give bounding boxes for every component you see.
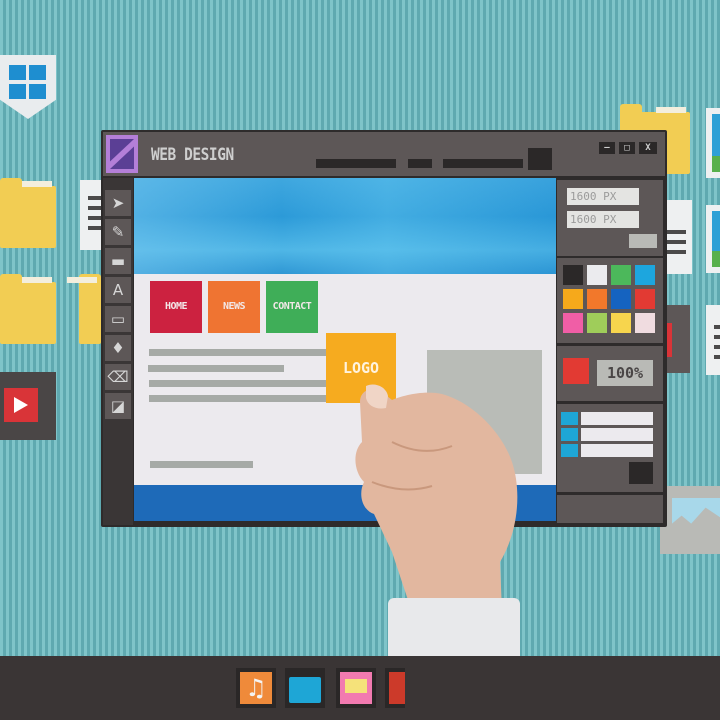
close-button[interactable]: X: [639, 142, 657, 154]
bottom-panel: [557, 495, 663, 523]
layer-row[interactable]: [581, 412, 653, 425]
text-line-placeholder: [150, 461, 253, 468]
document-icon[interactable]: [706, 305, 720, 375]
dock-video-app[interactable]: [385, 668, 405, 708]
video-player-icon[interactable]: [0, 372, 56, 440]
zoom-level[interactable]: 100%: [597, 360, 653, 386]
color-swatch[interactable]: [611, 313, 631, 333]
color-swatch[interactable]: [587, 289, 607, 309]
hero-banner: [134, 178, 556, 274]
fill-tool-icon[interactable]: ♦: [105, 335, 131, 361]
color-swatch[interactable]: [563, 265, 583, 285]
text-line-placeholder: [149, 395, 339, 402]
folder-icon[interactable]: [0, 274, 56, 344]
document-icon[interactable]: [666, 200, 692, 274]
music-icon: ♫: [245, 674, 267, 702]
app-logo-icon: [106, 135, 138, 173]
rectangle-tool-icon[interactable]: ▭: [105, 306, 131, 332]
height-field[interactable]: 1600 PX: [567, 211, 639, 228]
color-swap-tool-icon[interactable]: ◪: [105, 393, 131, 419]
layer-icon[interactable]: [561, 428, 578, 441]
layer-row[interactable]: [581, 428, 653, 441]
apply-button[interactable]: [629, 234, 657, 248]
folder-icon: [289, 677, 321, 703]
brush-tool-icon[interactable]: ✎: [105, 219, 131, 245]
tool-palette: ➤ ✎ ▬ A ▭ ♦ ⌫ ◪: [103, 178, 133, 525]
layer-icon[interactable]: [561, 412, 578, 425]
rectangle-fill-tool-icon[interactable]: ▬: [105, 248, 131, 274]
current-color-swatch[interactable]: [563, 358, 589, 384]
maximize-button[interactable]: □: [619, 142, 635, 154]
color-swatch[interactable]: [563, 313, 583, 333]
zoom-panel: 100%: [557, 346, 663, 401]
color-swatch[interactable]: [635, 313, 655, 333]
folder-icon[interactable]: [67, 274, 101, 344]
color-swatch[interactable]: [611, 289, 631, 309]
window-title: WEB DESIGN: [151, 145, 234, 165]
text-line-placeholder: [148, 365, 284, 372]
layers-panel: [557, 404, 663, 492]
size-panel: 1600 PX 1600 PX: [557, 180, 663, 256]
dock-folder-app[interactable]: [285, 668, 325, 708]
minimize-button[interactable]: —: [599, 142, 615, 154]
width-field[interactable]: 1600 PX: [567, 188, 639, 205]
security-shield-icon: [0, 55, 56, 119]
color-swatch[interactable]: [635, 265, 655, 285]
nav-news-button[interactable]: NEWS: [208, 281, 260, 333]
layer-icon[interactable]: [561, 444, 578, 457]
menu-bar-placeholder[interactable]: [408, 159, 432, 168]
color-swatch[interactable]: [587, 265, 607, 285]
select-tool-icon[interactable]: ➤: [105, 190, 131, 216]
dock-messages-app[interactable]: [336, 668, 376, 708]
color-swatch[interactable]: [635, 289, 655, 309]
image-icon[interactable]: [706, 205, 720, 273]
layer-row[interactable]: [581, 444, 653, 457]
dock-music-app[interactable]: ♫: [236, 668, 276, 708]
image-icon[interactable]: [706, 108, 720, 178]
color-swatch[interactable]: [563, 289, 583, 309]
message-icon: [345, 679, 367, 693]
color-swatch[interactable]: [587, 313, 607, 333]
layer-action-button[interactable]: [629, 462, 653, 484]
menu-square-button[interactable]: [528, 148, 552, 170]
dock: ♫: [0, 656, 720, 720]
menu-bar-placeholder[interactable]: [443, 159, 523, 168]
menu-bar-placeholder[interactable]: [316, 159, 396, 168]
nav-contact-button[interactable]: CONTACT: [266, 281, 318, 333]
text-line-placeholder: [149, 380, 329, 387]
image-card-icon[interactable]: [660, 486, 720, 554]
card-icon: [666, 305, 690, 373]
color-palette-panel: [557, 258, 663, 343]
text-tool-icon[interactable]: A: [105, 277, 131, 303]
title-bar[interactable]: WEB DESIGN — □ X: [103, 132, 665, 176]
document-icon[interactable]: [80, 180, 102, 250]
folder-icon[interactable]: [0, 178, 56, 248]
hand: [355, 384, 518, 612]
play-icon: [14, 397, 28, 413]
nav-home-button[interactable]: HOME: [150, 281, 202, 333]
color-swatch[interactable]: [611, 265, 631, 285]
text-line-placeholder: [149, 349, 329, 356]
eraser-tool-icon[interactable]: ⌫: [105, 364, 131, 390]
